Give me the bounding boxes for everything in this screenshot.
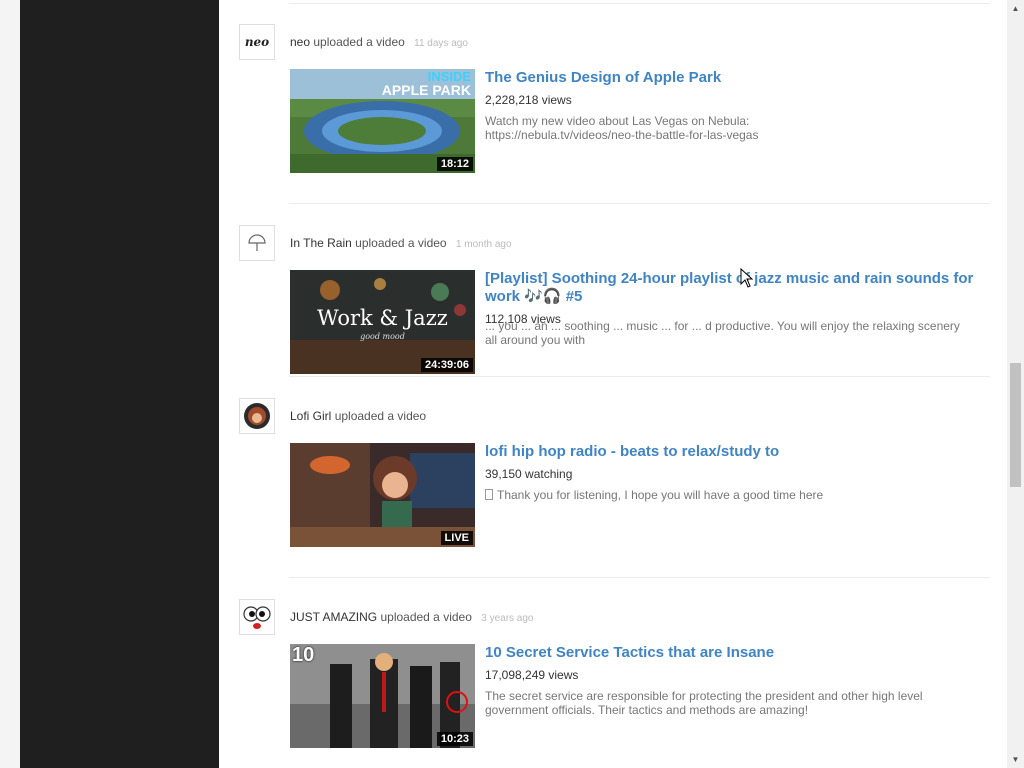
action-text: uploaded a video [355, 236, 447, 250]
mouse-cursor-icon [740, 268, 754, 288]
channel-name[interactable]: Lofi Girl [290, 409, 331, 423]
unknown-glyph-icon [485, 489, 493, 500]
avatar[interactable] [239, 398, 275, 434]
action-text: uploaded a video [313, 35, 405, 49]
divider [289, 376, 990, 377]
timestamp: 11 days ago [414, 38, 468, 49]
scroll-down-arrow-icon[interactable]: ▼ [1007, 751, 1024, 768]
scroll-up-arrow-icon[interactable]: ▲ [1007, 0, 1024, 17]
thumbnail-caption: Work & Jazz [317, 306, 448, 330]
view-count: 2,228,218 views [485, 93, 572, 107]
activity-feed: neo neo uploaded a video 11 days ago INS… [219, 0, 990, 768]
video-description: ... you ... an ... soothing ... music ..… [485, 319, 960, 347]
channel-name[interactable]: In The Rain [290, 236, 352, 250]
viewer-count: 39,150 watching [485, 467, 573, 481]
video-thumbnail[interactable]: LIVE [290, 443, 475, 547]
live-badge: LIVE [440, 531, 473, 545]
video-thumbnail[interactable]: INSIDE APPLE PARK 18:12 [290, 69, 475, 173]
view-count: 17,098,249 views [485, 668, 579, 682]
sidebar-panel [20, 0, 219, 768]
channel-name[interactable]: neo [290, 35, 310, 49]
vertical-scrollbar[interactable]: ▲ ▼ [1007, 0, 1024, 768]
video-description: Thank you for listening, I hope you will… [497, 488, 824, 502]
thumbnail-caption: APPLE PARK [381, 82, 471, 98]
umbrella-icon [248, 234, 266, 251]
lofi-girl-icon [244, 403, 270, 429]
avatar[interactable] [239, 599, 275, 635]
video-description-row: Thank you for listening, I hope you will… [485, 488, 823, 502]
video-thumbnail[interactable]: 10 10:23 [290, 644, 475, 748]
divider [289, 3, 990, 4]
upload-notice: Lofi Girl uploaded a video [290, 409, 426, 423]
upload-notice: In The Rain uploaded a video 1 month ago [290, 236, 512, 250]
duration-badge: 18:12 [436, 157, 473, 171]
thumbnail-subcaption: good mood [360, 332, 405, 341]
left-rail [0, 0, 20, 768]
action-text: uploaded a video [334, 409, 427, 423]
scrollbar-thumb[interactable] [1010, 363, 1021, 487]
duration-badge: 24:39:06 [420, 358, 473, 372]
duration-badge: 10:23 [436, 732, 473, 746]
timestamp: 1 month ago [455, 239, 512, 250]
video-description: Watch my new video about Las Vegas on Ne… [485, 114, 759, 142]
divider [289, 577, 990, 578]
video-title[interactable]: The Genius Design of Apple Park [485, 69, 985, 87]
video-title[interactable]: [Playlist] Soothing 24-hour playlist of … [485, 270, 980, 306]
channel-name[interactable]: JUST AMAZING [290, 610, 377, 624]
neo-logo: neo [244, 35, 270, 49]
video-thumbnail[interactable]: Work & Jazz good mood 24:39:06 [290, 270, 475, 374]
timestamp: 3 years ago [481, 613, 534, 624]
video-description: The secret service are responsible for p… [485, 689, 923, 717]
upload-notice: JUST AMAZING uploaded a video 3 years ag… [290, 610, 534, 624]
divider [289, 203, 990, 204]
thumbnail-number: 10 [292, 644, 315, 666]
video-title[interactable]: lofi hip hop radio - beats to relax/stud… [485, 443, 985, 461]
video-title[interactable]: 10 Secret Service Tactics that are Insan… [485, 644, 985, 662]
avatar[interactable] [239, 225, 275, 261]
avatar[interactable]: neo [239, 24, 275, 60]
googly-eyes-icon [243, 606, 271, 629]
action-text: uploaded a video [380, 610, 472, 624]
upload-notice: neo uploaded a video 11 days ago [290, 35, 468, 49]
